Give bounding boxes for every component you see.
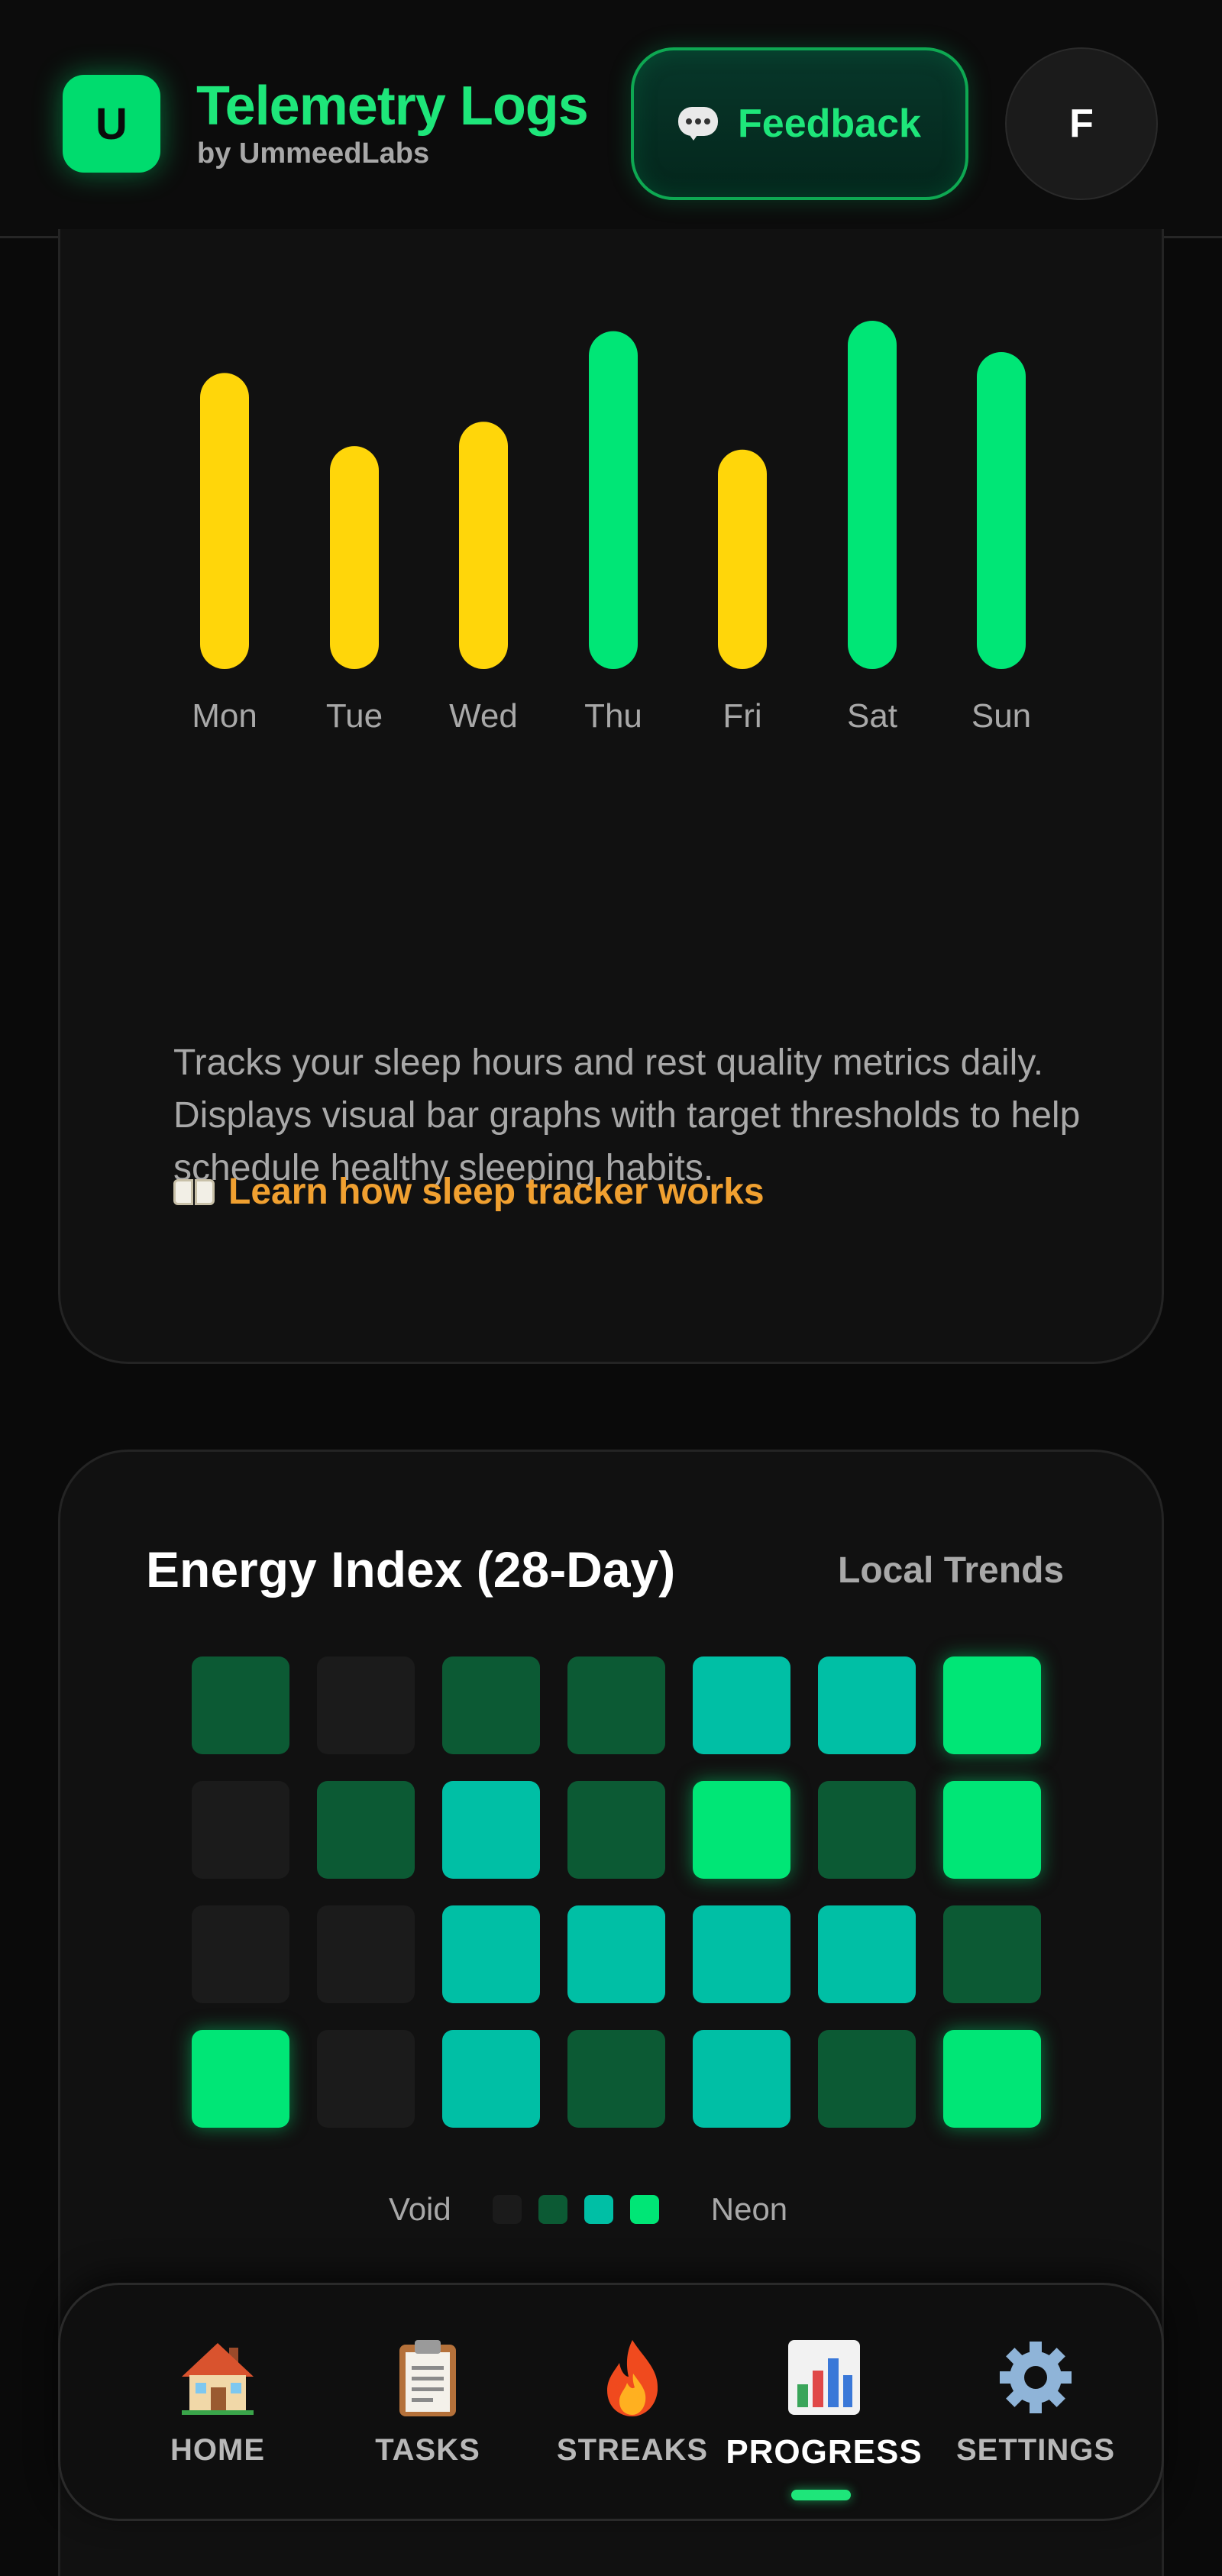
energy-cell <box>818 1905 916 2003</box>
energy-cell <box>442 1905 540 2003</box>
energy-cell <box>442 2030 540 2128</box>
energy-cell <box>693 1781 790 1879</box>
nav-label-settings: SETTINGS <box>955 2433 1116 2467</box>
sleep-day-label-tue: Tue <box>326 697 383 735</box>
energy-cell <box>317 2030 415 2128</box>
sleep-bar-thu <box>589 331 638 669</box>
energy-cell <box>317 1905 415 2003</box>
gear-icon <box>1000 2342 1072 2413</box>
nav-label-streaks: STREAKS <box>556 2433 709 2467</box>
nav-label-home: HOME <box>170 2433 265 2467</box>
energy-cell <box>192 1905 289 2003</box>
sleep-day-label-sat: Sat <box>847 697 897 735</box>
app-logo: U <box>63 75 160 173</box>
nav-item-home[interactable]: HOME <box>134 2285 302 2523</box>
sleep-day-label-wed: Wed <box>449 697 518 735</box>
energy-cell <box>693 1905 790 2003</box>
legend-swatch-neon <box>629 2195 659 2224</box>
energy-heatmap <box>192 1656 1041 2128</box>
nav-item-settings[interactable]: SETTINGS <box>940 2285 1131 2523</box>
learn-sleep-tracker-link[interactable]: Learn how sleep tracker works <box>173 1171 765 1213</box>
sleep-tracker-card: Mon Tue Wed Thu Fri Sat Sun Tracks your sleep … <box>58 229 1164 1364</box>
nav-item-tasks[interactable]: TASKS <box>344 2285 512 2523</box>
legend-swatch-low <box>538 2195 567 2224</box>
energy-cell <box>442 1781 540 1879</box>
energy-cell <box>567 2030 665 2128</box>
legend-swatch-mid <box>584 2195 613 2224</box>
avatar-letter: F <box>1069 102 1094 146</box>
legend-swatch-void <box>492 2195 522 2224</box>
active-tab-indicator <box>791 2490 851 2500</box>
app-subtitle: by UmmeedLabs <box>197 137 430 170</box>
energy-subtitle: Local Trends <box>838 1550 1065 1591</box>
sleep-bar-wed <box>459 422 508 669</box>
sleep-day-label-sun: Sun <box>971 697 1031 735</box>
sleep-day-label-thu: Thu <box>584 697 642 735</box>
energy-cell <box>818 1781 916 1879</box>
nav-item-progress[interactable]: PROGRESS <box>726 2285 922 2523</box>
nav-label-tasks: TASKS <box>375 2433 480 2467</box>
energy-cell <box>943 1656 1041 1754</box>
energy-cell <box>192 1656 289 1754</box>
energy-cell <box>192 2030 289 2128</box>
energy-cell <box>317 1656 415 1754</box>
energy-cell <box>943 1781 1041 1879</box>
learn-link-label: Learn how sleep tracker works <box>228 1172 765 1212</box>
sleep-day-label-fri: Fri <box>723 697 761 735</box>
nav-item-streaks[interactable]: STREAKS <box>537 2285 728 2523</box>
open-book-icon <box>173 1176 218 1208</box>
energy-cell <box>818 1656 916 1754</box>
sleep-bar-fri <box>718 449 767 669</box>
sleep-bar-sun <box>977 352 1026 669</box>
house-icon <box>182 2343 254 2415</box>
legend-high-label: Neon <box>710 2191 788 2227</box>
app-title: Telemetry Logs <box>196 76 589 137</box>
energy-cell <box>442 1656 540 1754</box>
energy-cell <box>567 1905 665 2003</box>
app-header: U Telemetry Logs by UmmeedLabs Feedback … <box>0 0 1222 238</box>
nav-label-progress: PROGRESS <box>726 2433 923 2471</box>
energy-legend: Void Neon <box>389 2187 787 2232</box>
bar-chart-icon <box>788 2340 860 2415</box>
energy-cell <box>317 1781 415 1879</box>
energy-cell <box>943 1905 1041 2003</box>
sleep-bar-mon <box>200 373 249 669</box>
sleep-bar-tue <box>330 446 379 669</box>
energy-title: Energy Index (28-Day) <box>146 1541 676 1598</box>
energy-cell <box>693 2030 790 2128</box>
clipboard-icon <box>399 2340 456 2416</box>
legend-low-label: Void <box>389 2191 451 2227</box>
bottom-nav: HOME TASKS STREAKS PROGRESS SETTINGS <box>58 2283 1164 2521</box>
sleep-bar-chart: Mon Tue Wed Thu Fri Sat Sun <box>192 321 1031 735</box>
chat-bubble-icon <box>678 107 719 141</box>
logo-letter: U <box>95 99 128 149</box>
energy-cell <box>943 2030 1041 2128</box>
energy-cell <box>567 1781 665 1879</box>
feedback-button[interactable]: Feedback <box>631 47 968 200</box>
fire-icon <box>607 2340 658 2416</box>
energy-cell <box>567 1656 665 1754</box>
energy-cell <box>192 1781 289 1879</box>
sleep-day-label-mon: Mon <box>192 697 257 735</box>
sleep-bar-sat <box>848 321 897 669</box>
feedback-label: Feedback <box>738 102 921 146</box>
energy-cell <box>693 1656 790 1754</box>
energy-cell <box>818 2030 916 2128</box>
user-avatar[interactable]: F <box>1005 47 1158 200</box>
